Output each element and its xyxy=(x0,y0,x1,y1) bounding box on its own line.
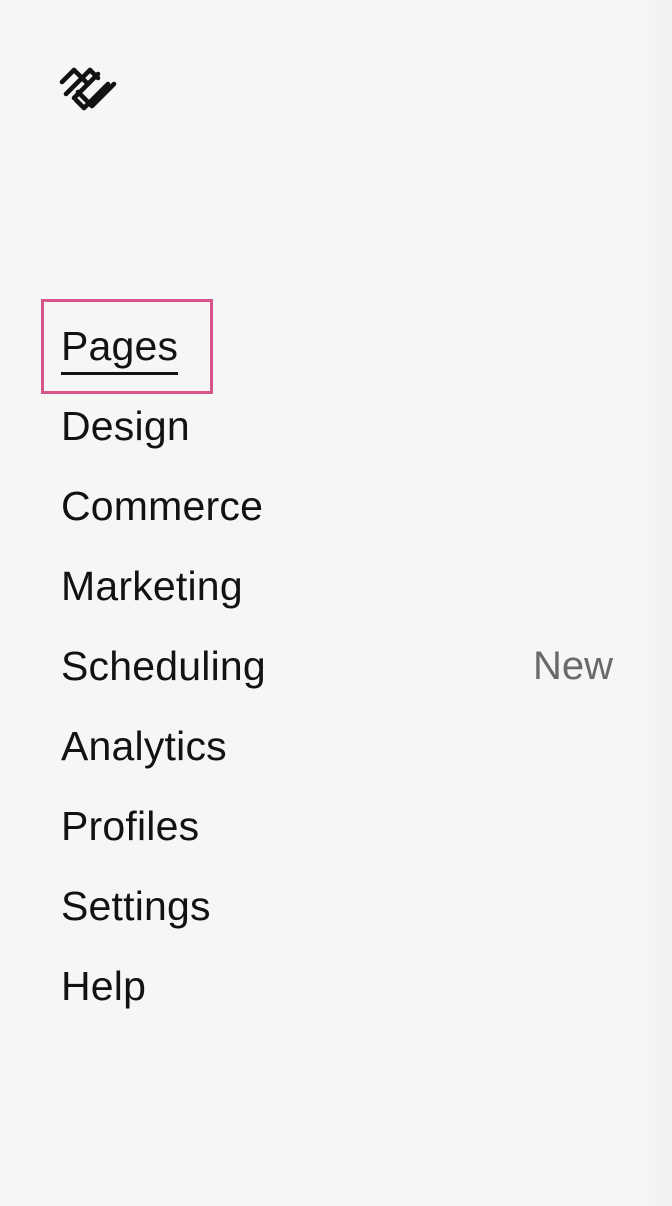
nav-item-label: Design xyxy=(61,402,190,449)
nav-item-label: Scheduling xyxy=(61,642,266,689)
nav-item-profiles[interactable]: Profiles xyxy=(61,786,613,866)
nav-item-commerce[interactable]: Commerce xyxy=(61,466,613,546)
nav-item-label: Commerce xyxy=(61,482,264,529)
panel-edge-shade xyxy=(642,0,672,1206)
nav-item-marketing[interactable]: Marketing xyxy=(61,546,613,626)
main-navigation: Pages Design Commerce Marketing Scheduli… xyxy=(41,299,613,1026)
nav-item-scheduling[interactable]: Scheduling New xyxy=(61,626,613,706)
nav-item-label: Profiles xyxy=(61,802,200,849)
nav-item-help[interactable]: Help xyxy=(61,946,613,1026)
nav-item-settings[interactable]: Settings xyxy=(61,866,613,946)
nav-item-label: Marketing xyxy=(61,562,243,609)
squarespace-logo-icon[interactable] xyxy=(58,64,118,114)
nav-item-label: Help xyxy=(61,962,147,1009)
nav-item-pages[interactable]: Pages xyxy=(41,299,613,394)
nav-item-label: Pages xyxy=(61,322,179,375)
nav-item-label: Settings xyxy=(61,882,211,929)
new-badge: New xyxy=(532,644,613,688)
nav-item-design[interactable]: Design xyxy=(61,386,613,466)
nav-item-analytics[interactable]: Analytics xyxy=(61,706,613,786)
nav-item-label: Analytics xyxy=(61,722,227,769)
